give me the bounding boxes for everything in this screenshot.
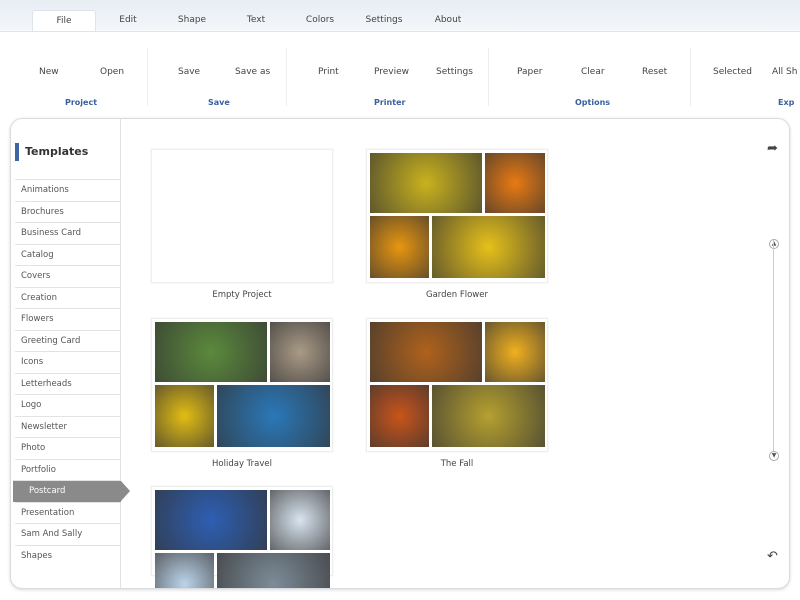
- template-name: Empty Project: [212, 290, 272, 300]
- photo-tile: [370, 385, 429, 447]
- template-card[interactable]: The Fall: [366, 318, 548, 469]
- template-card[interactable]: Holiday Travel: [151, 318, 333, 469]
- tab-shape[interactable]: Shape: [160, 10, 224, 31]
- sidebar-item-covers[interactable]: Covers: [15, 265, 121, 287]
- ribbon-group-label: Options: [575, 98, 611, 107]
- undo-arrow-icon[interactable]: ↶: [767, 549, 778, 564]
- ribbon-button-open[interactable]: Open: [100, 67, 124, 77]
- ribbon-button-clear[interactable]: Clear: [581, 67, 605, 77]
- template-name: The Fall: [440, 459, 474, 469]
- sidebar-item-logo[interactable]: Logo: [15, 394, 121, 416]
- category-list: Animations Brochures Business Card Catalog C…: [13, 179, 130, 567]
- sidebar-item-brochures[interactable]: Brochures: [15, 200, 121, 223]
- ribbon-button-print[interactable]: Print: [318, 67, 339, 77]
- sidebar-item-icons[interactable]: Icons: [15, 351, 121, 373]
- tab-text[interactable]: Text: [224, 10, 288, 31]
- photo-tile: [155, 385, 214, 447]
- sidebar-item-business-card[interactable]: Business Card: [15, 222, 121, 244]
- ribbon-group-label: Exp: [778, 98, 795, 107]
- template-card[interactable]: Garden Flower: [366, 149, 548, 300]
- ribbon-button-save-as[interactable]: Save as: [235, 67, 270, 77]
- ribbon-separator: [488, 48, 489, 106]
- photo-tile: [270, 322, 330, 382]
- photo-tile: [155, 322, 267, 382]
- ribbon-separator: [147, 48, 148, 106]
- photo-tile: [217, 553, 330, 588]
- tab-edit[interactable]: Edit: [96, 10, 160, 31]
- scroll-up-button[interactable]: ▲: [769, 239, 779, 249]
- templates-panel: Templates Animations Brochures Business Ca…: [10, 118, 790, 589]
- ribbon-button-save[interactable]: Save: [178, 67, 200, 77]
- ribbon-button-new[interactable]: New: [39, 67, 59, 77]
- ribbon-separator: [690, 48, 691, 106]
- template-thumbnail[interactable]: [151, 149, 333, 283]
- photo-tile: [155, 490, 267, 550]
- template-card[interactable]: [151, 486, 333, 588]
- tab-settings[interactable]: Settings: [352, 10, 416, 31]
- ribbon-button-reset[interactable]: Reset: [642, 67, 667, 77]
- sidebar-item-photo[interactable]: Photo: [15, 437, 121, 459]
- ribbon-button-paper[interactable]: Paper: [517, 67, 543, 77]
- sidebar-item-greeting-card[interactable]: Greeting Card: [15, 329, 121, 352]
- scrollbar[interactable]: [773, 240, 774, 460]
- sidebar-item-animations[interactable]: Animations: [15, 179, 121, 201]
- sidebar-item-catalog[interactable]: Catalog: [15, 243, 121, 266]
- template-thumbnail[interactable]: [366, 318, 548, 452]
- sidebar-item-newsletter[interactable]: Newsletter: [15, 415, 121, 438]
- tab-file[interactable]: File: [32, 10, 96, 31]
- sidebar-item-portfolio[interactable]: Portfolio: [15, 458, 121, 481]
- sidebar-item-creation[interactable]: Creation: [15, 286, 121, 309]
- ribbon-button-all-sh[interactable]: All Sh: [772, 67, 797, 77]
- photo-tile: [432, 385, 545, 447]
- tab-colors[interactable]: Colors: [288, 10, 352, 31]
- photo-tile: [217, 385, 330, 447]
- photo-tile: [370, 322, 482, 382]
- tab-about[interactable]: About: [416, 10, 480, 31]
- ribbon-button-settings[interactable]: Settings: [436, 67, 473, 77]
- sidebar-item-sam-and-sally[interactable]: Sam And Sally: [15, 523, 121, 545]
- photo-tile: [370, 153, 482, 213]
- ribbon-button-selected[interactable]: Selected: [713, 67, 752, 77]
- photo-tile: [485, 322, 545, 382]
- photo-tile: [370, 216, 429, 278]
- sidebar-title: Templates: [15, 143, 88, 161]
- photo-tile: [270, 490, 330, 550]
- template-thumbnail[interactable]: [151, 486, 333, 588]
- sidebar-item-postcard[interactable]: Postcard: [13, 480, 130, 502]
- template-thumbnail[interactable]: [366, 149, 548, 283]
- ribbon-group-label: Save: [208, 98, 230, 107]
- photo-tile: [485, 153, 545, 213]
- sidebar-item-flowers[interactable]: Flowers: [15, 308, 121, 330]
- ribbon: New Open Save Save as Print Preview Settings Pa…: [0, 31, 800, 115]
- templates-sidebar: Templates Animations Brochures Business Ca…: [11, 119, 130, 588]
- template-name: Garden Flower: [426, 290, 488, 300]
- menu-tabs: File Edit Shape Text Colors Settings About: [32, 10, 480, 31]
- template-thumbnail[interactable]: [151, 318, 333, 452]
- scroll-down-button[interactable]: ▼: [769, 451, 779, 461]
- template-card[interactable]: Empty Project: [151, 149, 333, 300]
- ribbon-group-label: Printer: [374, 98, 406, 107]
- template-name: Holiday Travel: [212, 459, 272, 469]
- ribbon-group-label: Project: [65, 98, 98, 107]
- ribbon-separator: [286, 48, 287, 106]
- share-arrow-icon[interactable]: ➦: [767, 141, 778, 156]
- sidebar-item-shapes[interactable]: Shapes: [15, 544, 121, 567]
- sidebar-item-letterheads[interactable]: Letterheads: [15, 372, 121, 395]
- photo-tile: [155, 553, 214, 588]
- sidebar-item-presentation[interactable]: Presentation: [15, 501, 121, 524]
- photo-tile: [432, 216, 545, 278]
- ribbon-button-preview[interactable]: Preview: [374, 67, 409, 77]
